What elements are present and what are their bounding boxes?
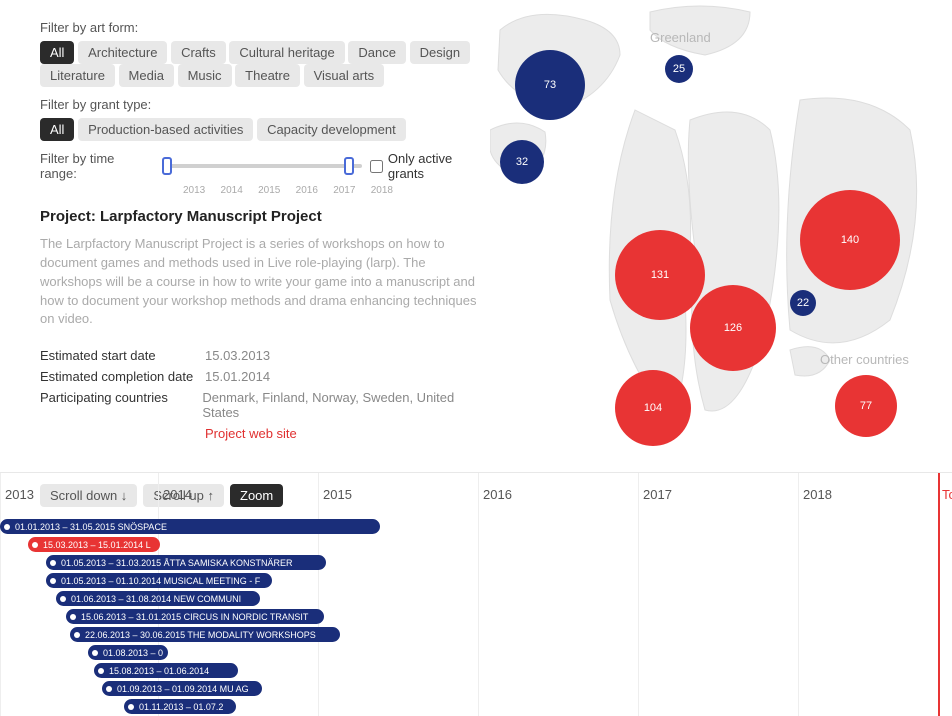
artform-pill-all[interactable]: All — [40, 41, 74, 64]
artform-pill-visual-arts[interactable]: Visual arts — [304, 64, 384, 87]
bubble-map[interactable]: Greenland Other countries 73 25 32 131 14022… — [490, 0, 952, 470]
map-bubble-77[interactable]: 77 — [835, 375, 897, 437]
only-active-label: Only active grants — [388, 151, 490, 181]
year-label-2015: 2015 — [323, 487, 352, 502]
map-bubble-140[interactable]: 140 — [800, 190, 900, 290]
timeline-bar[interactable]: 01.09.2013 – 01.09.2014 MU AG — [102, 681, 262, 696]
meta-row: Estimated start date15.03.2013 — [40, 345, 490, 366]
slider-ticks: 201320142015201620172018 — [183, 185, 393, 196]
timeline-bar[interactable]: 01.05.2013 – 31.03.2015 ÅTTA SAMISKA KON… — [46, 555, 326, 570]
year-label-2017: 2017 — [643, 487, 672, 502]
today-label: Tod — [942, 487, 952, 502]
meta-row: Estimated completion date15.01.2014 — [40, 366, 490, 387]
granttype-pill-production-based-activities[interactable]: Production-based activities — [78, 118, 253, 141]
timeline-bar[interactable]: 15.06.2013 – 31.01.2015 CIRCUS IN NORDIC… — [66, 609, 324, 624]
timeline-bar[interactable]: 01.08.2013 – 0 — [88, 645, 168, 660]
filter-art-form-label: Filter by art form: — [40, 20, 138, 35]
artform-pill-media[interactable]: Media — [119, 64, 174, 87]
timeline-bar[interactable]: 15.03.2013 – 15.01.2014 L — [28, 537, 160, 552]
meta-row: Participating countriesDenmark, Finland,… — [40, 387, 490, 423]
filter-time-range-label: Filter by time range: — [40, 151, 153, 181]
granttype-pill-all[interactable]: All — [40, 118, 74, 141]
artform-pill-music[interactable]: Music — [178, 64, 232, 87]
map-bubble-32[interactable]: 32 — [500, 140, 544, 184]
filter-grant-type-label: Filter by grant type: — [40, 97, 151, 112]
timeline-bar[interactable]: 01.06.2013 – 31.08.2014 NEW COMMUNI — [56, 591, 260, 606]
project-web-site-link[interactable]: Project web site — [205, 426, 297, 441]
timeline-bar[interactable]: 01.01.2013 – 31.05.2015 SNÖSPACE — [0, 519, 380, 534]
artform-pill-cultural-heritage[interactable]: Cultural heritage — [229, 41, 344, 64]
map-label-other: Other countries — [820, 352, 909, 367]
artform-pill-theatre[interactable]: Theatre — [235, 64, 300, 87]
year-label-2016: 2016 — [483, 487, 512, 502]
map-bubble-126[interactable]: 126 — [690, 285, 776, 371]
timeline-bar[interactable]: 01.11.2013 – 01.07.2 — [124, 699, 236, 714]
artform-pill-crafts[interactable]: Crafts — [171, 41, 226, 64]
project-meta: Estimated start date15.03.2013Estimated … — [40, 345, 490, 444]
project-description: The Larpfactory Manuscript Project is a … — [40, 235, 490, 329]
artform-pill-literature[interactable]: Literature — [40, 64, 115, 87]
filter-time-range: Filter by time range: Only active grants — [40, 151, 490, 181]
timeline-bar[interactable]: 01.05.2013 – 01.10.2014 MUSICAL MEETING … — [46, 573, 272, 588]
only-active-checkbox[interactable] — [370, 160, 383, 173]
year-label-2018: 2018 — [803, 487, 832, 502]
slider-handle-start[interactable] — [162, 157, 172, 175]
filter-art-form: Filter by art form: All Architecture Cra… — [40, 20, 490, 87]
timeline-bar[interactable]: 15.08.2013 – 01.06.2014 — [94, 663, 238, 678]
map-bubble-22[interactable]: 22 — [790, 290, 816, 316]
map-label-greenland: Greenland — [650, 30, 711, 45]
artform-pill-dance[interactable]: Dance — [348, 41, 406, 64]
filter-grant-type: Filter by grant type: All Production-bas… — [40, 97, 490, 141]
map-bubble-131[interactable]: 131 — [615, 230, 705, 320]
map-bubble-73[interactable]: 73 — [515, 50, 585, 120]
year-label-2013: 2013 — [5, 487, 34, 502]
artform-pill-design[interactable]: Design — [410, 41, 470, 64]
today-line — [938, 473, 940, 716]
granttype-pill-capacity-development[interactable]: Capacity development — [257, 118, 406, 141]
project-title: Project: Larpfactory Manuscript Project — [40, 208, 490, 225]
time-range-slider[interactable] — [165, 159, 362, 173]
timeline-bar[interactable]: 22.06.2013 – 30.06.2015 THE MODALITY WOR… — [70, 627, 340, 642]
map-bubble-104[interactable]: 104 — [615, 370, 691, 446]
year-label-2014: 2014 — [163, 487, 192, 502]
slider-handle-end[interactable] — [344, 157, 354, 175]
artform-pill-architecture[interactable]: Architecture — [78, 41, 167, 64]
map-bubble-25[interactable]: 25 — [665, 55, 693, 83]
timeline[interactable]: 2013 2014 2015 2016 2017 2018 Tod 01.01.2013 … — [0, 472, 952, 716]
